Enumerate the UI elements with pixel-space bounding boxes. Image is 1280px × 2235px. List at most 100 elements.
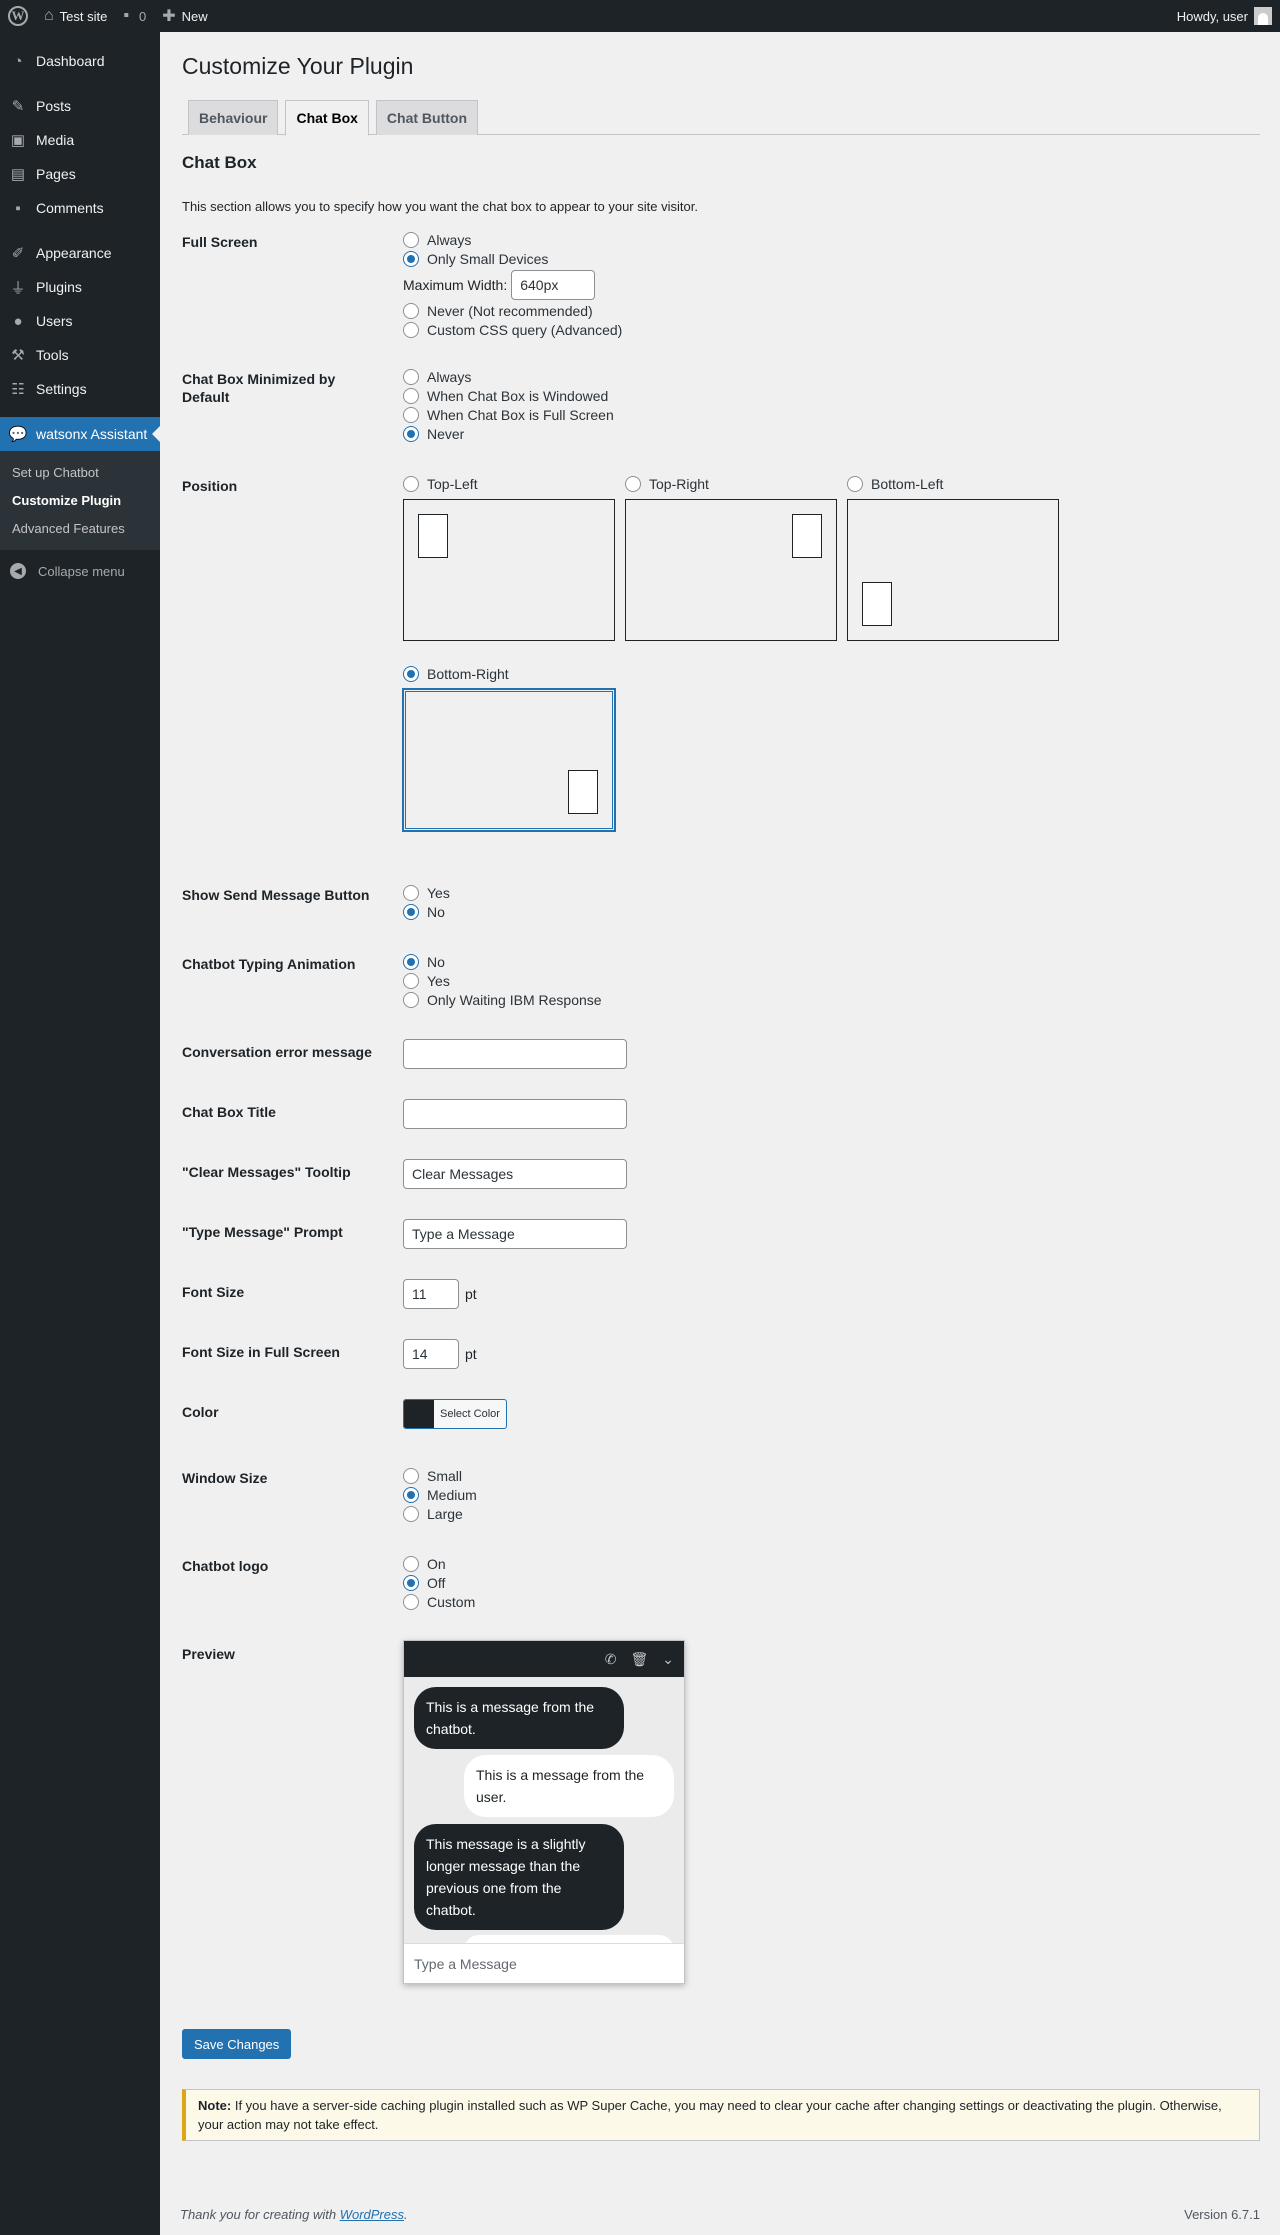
save-changes-button[interactable]: Save Changes [182, 2029, 292, 2059]
position-options: Top-Left Top-Right Bottom-Left Bottom-Ri… [402, 474, 1103, 834]
radio-button[interactable] [403, 406, 419, 423]
window-size-option-small[interactable]: Small [403, 1466, 477, 1485]
radio-button[interactable] [403, 425, 419, 442]
radio-button[interactable] [403, 1486, 419, 1503]
tab-behaviour[interactable]: Behaviour [188, 99, 279, 135]
radio-button[interactable] [403, 302, 419, 319]
option-label: Always [427, 231, 472, 248]
clear-tooltip-input[interactable]: Clear Messages [403, 1159, 627, 1189]
full-screen-option-never[interactable]: Never (Not recommended) [403, 301, 622, 320]
option-label: On [427, 1555, 446, 1572]
section-description: This section allows you to specify how y… [182, 198, 698, 214]
position-preview-bottom-left[interactable] [847, 499, 1059, 641]
position-option-bottom-left[interactable]: Bottom-Left [847, 474, 1059, 641]
full-screen-option-small-devices[interactable]: Only Small Devices [403, 249, 622, 268]
admin-bar: W ⌂ Test site ▪ 0 ✚ New Howdy, user [0, 0, 1280, 32]
radio-button[interactable] [403, 903, 419, 920]
radio-button[interactable] [403, 1505, 419, 1522]
max-width-label: Maximum Width: [403, 277, 508, 293]
submenu-item-customize-plugin[interactable]: Customize Plugin [0, 486, 160, 514]
font-size-input[interactable]: 11 [403, 1279, 459, 1309]
minimized-option-never[interactable]: Never [403, 424, 614, 443]
radio-button[interactable] [403, 972, 419, 989]
sidebar-item-dashboard[interactable]: ◔ Dashboard [0, 44, 160, 78]
submenu-item-advanced-features[interactable]: Advanced Features [0, 514, 160, 542]
select-color-button[interactable]: Select Color [403, 1399, 507, 1429]
radio-button[interactable] [403, 231, 419, 248]
full-screen-option-custom-css[interactable]: Custom CSS query (Advanced) [403, 320, 622, 339]
position-option-top-right[interactable]: Top-Right [625, 474, 837, 641]
tab-chat-button[interactable]: Chat Button [375, 99, 479, 135]
account-menu[interactable]: Howdy, user [1177, 7, 1280, 25]
sidebar-item-posts[interactable]: ✎ Posts [0, 89, 160, 123]
position-option-top-left[interactable]: Top-Left [403, 474, 615, 641]
minimized-option-full-screen[interactable]: When Chat Box is Full Screen [403, 405, 614, 424]
logo-option-custom[interactable]: Custom [403, 1592, 475, 1611]
radio-button[interactable] [847, 475, 863, 492]
radio-button[interactable] [403, 321, 419, 338]
sidebar-item-media[interactable]: ▣ Media [0, 123, 160, 157]
notice-text: If you have a server-side caching plugin… [198, 2098, 1222, 2132]
new-content-link[interactable]: ✚ New [154, 0, 215, 32]
radio-button[interactable] [403, 475, 419, 492]
logo-option-on[interactable]: On [403, 1554, 475, 1573]
font-size-full-unit: pt [465, 1346, 477, 1362]
error-message-input[interactable] [403, 1039, 627, 1069]
wordpress-logo-button[interactable]: W [0, 0, 36, 32]
sidebar-item-tools[interactable]: ⚒ Tools [0, 338, 160, 372]
comments-link[interactable]: ▪ 0 [115, 0, 154, 32]
sidebar-item-users[interactable]: ● Users [0, 304, 160, 338]
send-button-option-yes[interactable]: Yes [403, 883, 450, 902]
logo-option-off[interactable]: Off [403, 1573, 475, 1592]
minimized-option-windowed[interactable]: When Chat Box is Windowed [403, 386, 614, 405]
radio-button[interactable] [403, 884, 419, 901]
collapse-menu-button[interactable]: ◀ Collapse menu [0, 554, 160, 588]
chat-preview-input[interactable]: Type a Message [404, 1943, 684, 1983]
minimized-option-always[interactable]: Always [403, 367, 614, 386]
chevron-down-icon[interactable]: ⌄ [662, 1651, 674, 1668]
sidebar-item-settings[interactable]: ☷ Settings [0, 372, 160, 406]
radio-button[interactable] [403, 665, 419, 682]
radio-button[interactable] [625, 475, 641, 492]
submenu-item-setup-chatbot[interactable]: Set up Chatbot [0, 458, 160, 486]
dashboard-icon: ◔ [13, 52, 23, 70]
radio-button[interactable] [403, 1593, 419, 1610]
radio-button[interactable] [403, 368, 419, 385]
position-option-bottom-right[interactable]: Bottom-Right [402, 664, 616, 832]
window-size-option-medium[interactable]: Medium [403, 1485, 477, 1504]
full-screen-option-always[interactable]: Always [403, 230, 622, 249]
radio-button[interactable] [403, 387, 419, 404]
radio-button[interactable] [403, 1555, 419, 1572]
typing-option-waiting[interactable]: Only Waiting IBM Response [403, 990, 602, 1009]
window-size-option-large[interactable]: Large [403, 1504, 477, 1523]
comment-icon: ▪ [15, 199, 21, 217]
position-preview-top-left[interactable] [403, 499, 615, 641]
chat-title-input[interactable] [403, 1099, 627, 1129]
send-button-option-no[interactable]: No [403, 902, 450, 921]
typing-option-yes[interactable]: Yes [403, 971, 602, 990]
trash-icon[interactable]: 🗑 [630, 1651, 648, 1668]
radio-button[interactable] [403, 1467, 419, 1484]
typing-option-no[interactable]: No [403, 952, 602, 971]
sidebar-item-label: watsonx Assistant [36, 426, 148, 442]
radio-button[interactable] [403, 1574, 419, 1591]
max-width-input[interactable]: 640px [511, 270, 596, 300]
wordpress-link[interactable]: WordPress [340, 2207, 404, 2222]
sidebar-item-plugins[interactable]: ⏚ Plugins [0, 270, 160, 304]
position-preview-bottom-right[interactable] [402, 688, 616, 832]
sidebar-item-appearance[interactable]: ✐ Appearance [0, 236, 160, 270]
chatbot-logo-options: On Off Custom [403, 1554, 475, 1611]
comments-count: 0 [139, 8, 147, 24]
sidebar-item-comments[interactable]: ▪ Comments [0, 191, 160, 225]
site-name-link[interactable]: ⌂ Test site [36, 0, 115, 32]
tab-chat-box[interactable]: Chat Box [285, 99, 369, 136]
position-preview-top-right[interactable] [625, 499, 837, 641]
radio-button[interactable] [403, 250, 419, 267]
sidebar-item-watsonx-assistant[interactable]: 💬 watsonx Assistant [0, 417, 160, 451]
phone-icon[interactable]: ✆ [605, 1651, 617, 1668]
type-prompt-input[interactable]: Type a Message [403, 1219, 627, 1249]
radio-button[interactable] [403, 991, 419, 1008]
radio-button[interactable] [403, 953, 419, 970]
font-size-full-input[interactable]: 14 [403, 1339, 459, 1369]
sidebar-item-pages[interactable]: ▤ Pages [0, 157, 160, 191]
